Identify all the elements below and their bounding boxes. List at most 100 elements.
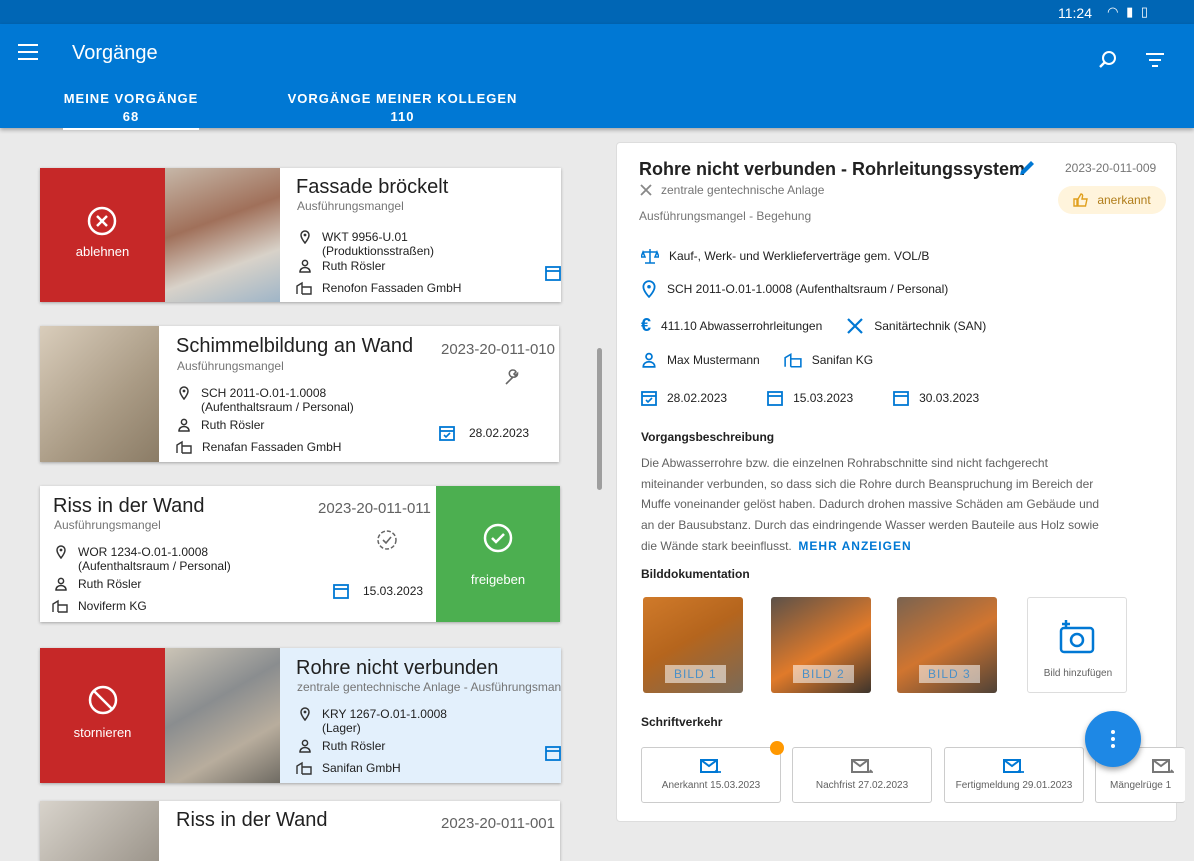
image-label: BILD 1	[665, 665, 726, 683]
calendar-check-icon	[641, 391, 657, 406]
menu-icon[interactable]	[18, 44, 38, 60]
tab-meine-vorgaenge[interactable]: MEINE VORGÄNGE 68	[63, 90, 199, 130]
company-icon	[296, 761, 312, 775]
card-subtitle: zentrale gentechnische Anlage - Ausführu…	[297, 680, 561, 694]
location-code: SCH 2011-O.01-1.0008	[201, 386, 327, 400]
date-value: 28.02.2023	[469, 425, 530, 440]
correspondence-item[interactable]: Anerkannt 15.03.2023	[641, 747, 781, 803]
description-text: Die Abwasserrohre bzw. die einzelnen Roh…	[641, 453, 1121, 557]
image-thumbnail[interactable]: BILD 2	[771, 597, 871, 693]
location-code: KRY 1267-O.01-1.0008	[322, 707, 447, 721]
list-scrollbar[interactable]	[597, 348, 602, 490]
tab-count: 68	[122, 109, 140, 124]
list-item[interactable]: Riss in der Wand 2023-20-011-001	[40, 801, 560, 861]
location-room: (Produktionsstraßen)	[322, 244, 435, 258]
approve-action-button[interactable]: freigeben	[436, 486, 560, 622]
card-company: Sanifan GmbH	[296, 761, 401, 775]
date-2: 15.03.2023	[793, 390, 854, 405]
card-date: 28.02.2023	[439, 424, 529, 441]
trade-text: Sanitärtechnik (SAN)	[874, 318, 987, 333]
add-photo-icon	[1059, 620, 1095, 654]
detail-location: SCH 2011-O.01-1.0008 (Aufenthaltsraum / …	[641, 280, 948, 298]
correspondence-heading: Schriftverkehr	[641, 715, 723, 729]
calendar-icon	[545, 266, 561, 281]
wrench-icon	[505, 369, 519, 385]
cost-text: 411.10 Abwasserrohrleitungen	[661, 318, 823, 333]
calendar-sync-icon	[333, 584, 349, 599]
cancel-action-button[interactable]: stornieren	[40, 648, 165, 783]
euro-icon: €	[641, 315, 652, 335]
facility-text: zentrale gentechnische Anlage	[661, 183, 825, 197]
tools-icon	[847, 317, 864, 334]
pending-check-icon	[377, 530, 397, 550]
calendar-sync-icon	[545, 746, 561, 761]
card-id: 2023-20-011-011	[318, 500, 431, 517]
card-subtitle: Ausführungsmangel	[177, 359, 284, 373]
tab-label: MEINE VORGÄNGE	[63, 91, 199, 106]
card-person: Ruth Rösler	[54, 577, 141, 591]
person-icon	[55, 577, 67, 591]
mail-incoming-icon	[700, 759, 721, 773]
person-icon	[299, 259, 311, 273]
detail-facility: zentrale gentechnische Anlage	[639, 183, 824, 197]
company-icon	[176, 440, 192, 454]
location-pin-icon	[300, 707, 310, 721]
correspondence-label: Anerkannt 15.03.2023	[661, 780, 761, 791]
correspondence-label: Nachfrist 27.02.2023	[815, 780, 909, 791]
list-item[interactable]: ablehnen Fassade bröckelt Ausführungsman…	[40, 168, 561, 302]
image-label: BILD 3	[919, 665, 980, 683]
thumbs-up-icon	[1073, 193, 1089, 207]
location-pin-icon	[300, 230, 310, 244]
card-subtitle: Ausführungsmangel	[297, 199, 404, 213]
card-title: Schimmelbildung an Wand	[176, 335, 414, 357]
edit-pencil-icon[interactable]	[1017, 158, 1037, 178]
description-line: Muffe voneinander gelöst haben. Dadurch …	[641, 497, 1100, 512]
cancel-label: stornieren	[73, 725, 132, 740]
description-heading: Vorgangsbeschreibung	[641, 430, 775, 444]
list-item[interactable]: stornieren Rohre nicht verbunden zentral…	[40, 648, 561, 783]
image-thumbnail[interactable]: BILD 1	[643, 597, 743, 693]
tab-vorgaenge-kollegen[interactable]: VORGÄNGE MEINER KOLLEGEN 110	[287, 90, 518, 126]
location-pin-icon	[179, 386, 189, 400]
company-icon	[784, 352, 802, 368]
card-company: Renofon Fassaden GmbH	[296, 281, 461, 295]
card-location: WKT 9956-U.01 (Produktionsstraßen)	[298, 230, 434, 258]
card-company: Renafan Fassaden GmbH	[176, 440, 341, 454]
correspondence-item[interactable]: Nachfrist 27.02.2023	[792, 747, 932, 803]
unread-badge	[770, 741, 784, 755]
image-thumbnail[interactable]: BILD 3	[897, 597, 997, 693]
scale-balance-icon	[641, 249, 659, 264]
location-pin-icon	[642, 280, 656, 298]
calendar-check-icon	[439, 426, 455, 441]
detail-cost: € 411.10 Abwasserrohrleitungen Sanitärte…	[641, 315, 986, 336]
card-photo	[40, 801, 159, 861]
more-actions-fab[interactable]	[1085, 711, 1141, 767]
close-circle-icon	[87, 206, 117, 236]
detail-contract: Kauf-, Werk- und Werklieferverträge gem.…	[641, 248, 929, 264]
mail-incoming-icon	[1003, 759, 1024, 773]
card-person: Ruth Rösler	[298, 259, 385, 273]
status-text: anerkannt	[1097, 193, 1151, 207]
search-icon[interactable]	[1098, 50, 1118, 70]
location-room: (Aufenthaltsraum / Personal)	[78, 559, 231, 573]
person-icon	[642, 352, 656, 368]
card-location: WOR 1234-O.01-1.0008 (Aufenthaltsraum / P…	[54, 545, 231, 573]
detail-title: Rohre nicht verbunden - Rohrleitungssyst…	[639, 159, 1026, 179]
description-line: Die Abwasserrohre bzw. die einzelnen Roh…	[641, 456, 1048, 470]
description-line: an der Bausubstanz. Durch das eindringen…	[641, 518, 1099, 533]
show-more-link[interactable]: MEHR ANZEIGEN	[798, 539, 911, 553]
reject-action-button[interactable]: ablehnen	[40, 168, 165, 302]
correspondence-item[interactable]: Fertigmeldung 29.01.2023	[944, 747, 1084, 803]
list-item[interactable]: Riss in der Wand Ausführungsmangel 2023-…	[40, 486, 560, 622]
add-image-button[interactable]: Bild hinzufügen	[1027, 597, 1127, 693]
company-icon	[52, 599, 68, 613]
card-date: 15.03.2023	[333, 582, 423, 599]
status-icons: ◠ ▮ ▯	[1107, 4, 1150, 20]
correspondence-label: Mängelrüge 1	[1110, 780, 1172, 791]
date-value: 15.03.2023	[363, 583, 424, 598]
filter-icon[interactable]	[1144, 52, 1166, 68]
calendar-icon	[893, 391, 910, 406]
person-icon	[299, 739, 311, 753]
card-title: Riss in der Wand	[176, 809, 328, 831]
list-item[interactable]: Schimmelbildung an Wand Ausführungsmange…	[40, 326, 559, 462]
